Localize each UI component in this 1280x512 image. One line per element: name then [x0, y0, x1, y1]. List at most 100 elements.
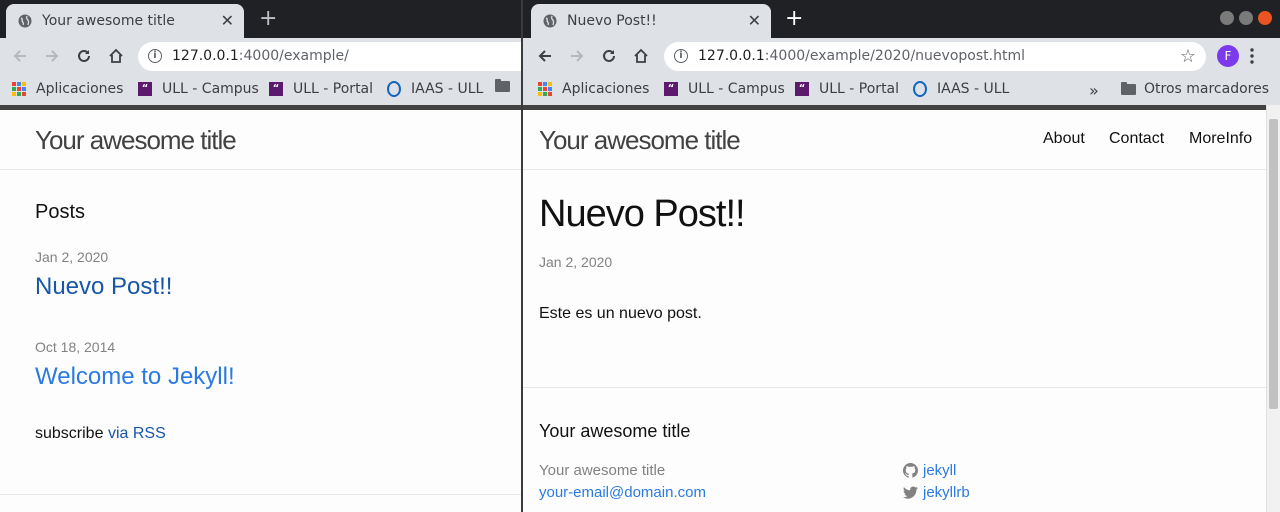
subscribe-label: subscribe	[35, 425, 104, 442]
toolbar: i 127.0.0.1:4000/example/	[0, 38, 521, 75]
ull-icon: “	[795, 82, 809, 96]
bookmark-iaas-ull[interactable]: IAAS - ULL	[387, 81, 483, 97]
bookmark-ull-campus[interactable]: “ ULL - Campus	[664, 81, 785, 97]
site-title[interactable]: Your awesome title	[539, 125, 741, 156]
globe-icon	[543, 14, 557, 28]
url-host: 127.0.0.1	[698, 48, 765, 64]
bookmark-label: IAAS - ULL	[937, 81, 1010, 97]
post-title: Nuevo Post!!	[539, 193, 746, 235]
close-icon[interactable]: ✕	[748, 12, 761, 30]
apps-grid-icon	[538, 82, 552, 96]
post-link[interactable]: Welcome to Jekyll!	[35, 363, 235, 391]
address-bar[interactable]: i 127.0.0.1:4000/example/2020/nuevopost.…	[664, 42, 1206, 71]
bookmark-apps[interactable]: Aplicaciones	[12, 81, 123, 97]
close-window-button[interactable]	[1258, 11, 1272, 25]
post-date: Oct 18, 2014	[35, 339, 116, 355]
bookmarks-bar: Aplicaciones “ ULL - Campus “ ULL - Port…	[0, 75, 521, 105]
bookmark-label: ULL - Campus	[688, 81, 785, 97]
scrollbar[interactable]	[1266, 105, 1280, 512]
bookmark-ull-campus[interactable]: “ ULL - Campus	[138, 81, 259, 97]
folder-icon	[1121, 81, 1136, 95]
site-header: Your awesome title About Contact MoreInf…	[523, 110, 1280, 170]
rss-link[interactable]: via RSS	[108, 425, 166, 442]
url-path: :4000/example/2020/nuevopost.html	[764, 48, 1025, 64]
home-icon[interactable]	[631, 46, 651, 66]
bookmark-label: Aplicaciones	[562, 81, 650, 97]
footer-divider	[523, 387, 1280, 388]
star-icon[interactable]: ☆	[1180, 46, 1196, 67]
page-viewport: Your awesome title Posts Jan 2, 2020 Nue…	[0, 105, 521, 512]
minimize-button[interactable]	[1220, 11, 1234, 25]
close-icon[interactable]: ✕	[221, 12, 234, 30]
ull-icon: “	[269, 82, 283, 96]
home-icon[interactable]	[106, 46, 126, 66]
folder-icon	[495, 79, 510, 92]
forward-icon[interactable]	[567, 46, 587, 66]
new-tab-button[interactable]: +	[259, 8, 277, 30]
bookmark-label: Aplicaciones	[36, 81, 124, 97]
footer-heading: Your awesome title	[539, 421, 691, 441]
url-host: 127.0.0.1	[172, 48, 239, 64]
info-icon[interactable]: i	[148, 49, 162, 63]
footer-twitter-link[interactable]: jekyllrb	[903, 484, 970, 501]
maximize-button[interactable]	[1239, 11, 1253, 25]
reload-icon[interactable]	[599, 46, 619, 66]
tab-title: Your awesome title	[42, 13, 175, 29]
post-date: Jan 2, 2020	[539, 254, 613, 270]
twitter-username: jekyllrb	[923, 484, 970, 501]
tab-strip: Your awesome title ✕ +	[0, 0, 521, 38]
browser-window-left: Your awesome title ✕ + i 127.0.0.1:4000/…	[0, 0, 521, 512]
nav-contact[interactable]: Contact	[1109, 130, 1164, 148]
bookmark-label: IAAS - ULL	[411, 81, 484, 97]
ull-icon: “	[664, 82, 678, 96]
bookmark-ull-portal[interactable]: “ ULL - Portal	[269, 81, 373, 97]
bookmark-label: ULL - Portal	[293, 81, 374, 97]
tab-active[interactable]: Your awesome title ✕	[6, 4, 244, 38]
ull-icon: “	[138, 82, 152, 96]
page-viewport: Your awesome title About Contact MoreInf…	[523, 105, 1280, 512]
tab-active[interactable]: Nuevo Post!! ✕	[531, 4, 771, 38]
iaas-icon	[387, 81, 401, 97]
tab-title: Nuevo Post!!	[567, 13, 657, 29]
address-bar[interactable]: i 127.0.0.1:4000/example/	[138, 42, 521, 71]
globe-icon	[18, 14, 32, 28]
bookmark-apps[interactable]: Aplicaciones	[538, 81, 649, 97]
scrollbar-thumb[interactable]	[1269, 119, 1278, 409]
post-date: Jan 2, 2020	[35, 249, 109, 265]
nav-about[interactable]: About	[1043, 130, 1085, 148]
bookmarks-bar: Aplicaciones “ ULL - Campus “ ULL - Port…	[523, 75, 1280, 105]
url-path: :4000/example/	[238, 48, 349, 64]
post-body: Este es un nuevo post.	[539, 305, 702, 322]
github-username: jekyll	[923, 462, 957, 479]
bookmarks-overflow-button[interactable]: »	[1089, 81, 1099, 100]
new-tab-button[interactable]: +	[785, 8, 803, 30]
footer-github-link[interactable]: jekyll	[903, 462, 956, 479]
bookmark-label: ULL - Portal	[819, 81, 900, 97]
footer-email-link[interactable]: your-email@domain.com	[539, 484, 706, 501]
url-text: 127.0.0.1:4000/example/	[172, 48, 349, 64]
back-icon[interactable]	[10, 46, 30, 66]
post-link[interactable]: Nuevo Post!!	[35, 273, 172, 301]
bookmark-folder[interactable]	[495, 79, 510, 92]
browser-window-right: Nuevo Post!! ✕ + i 127.0.0.1:4000/exampl…	[523, 0, 1280, 512]
bookmark-iaas-ull[interactable]: IAAS - ULL	[913, 81, 1009, 97]
other-bookmarks[interactable]: Otros marcadores	[1121, 81, 1269, 97]
info-icon[interactable]: i	[674, 49, 688, 63]
back-icon[interactable]	[535, 46, 555, 66]
subscribe-line: subscribe via RSS	[35, 425, 166, 443]
apps-grid-icon	[12, 82, 26, 96]
tab-strip: Nuevo Post!! ✕ +	[523, 0, 1280, 38]
nav-moreinfo[interactable]: MoreInfo	[1189, 130, 1252, 148]
reload-icon[interactable]	[74, 46, 94, 66]
github-icon	[903, 463, 918, 478]
bookmark-ull-portal[interactable]: “ ULL - Portal	[795, 81, 899, 97]
site-header: Your awesome title	[0, 110, 521, 170]
profile-avatar[interactable]: F	[1217, 45, 1239, 67]
menu-icon[interactable]	[1250, 48, 1254, 64]
footer-divider	[0, 494, 521, 495]
site-title[interactable]: Your awesome title	[35, 125, 237, 156]
forward-icon[interactable]	[42, 46, 62, 66]
iaas-icon	[913, 81, 927, 97]
posts-heading: Posts	[35, 201, 86, 223]
bookmark-label: ULL - Campus	[162, 81, 259, 97]
